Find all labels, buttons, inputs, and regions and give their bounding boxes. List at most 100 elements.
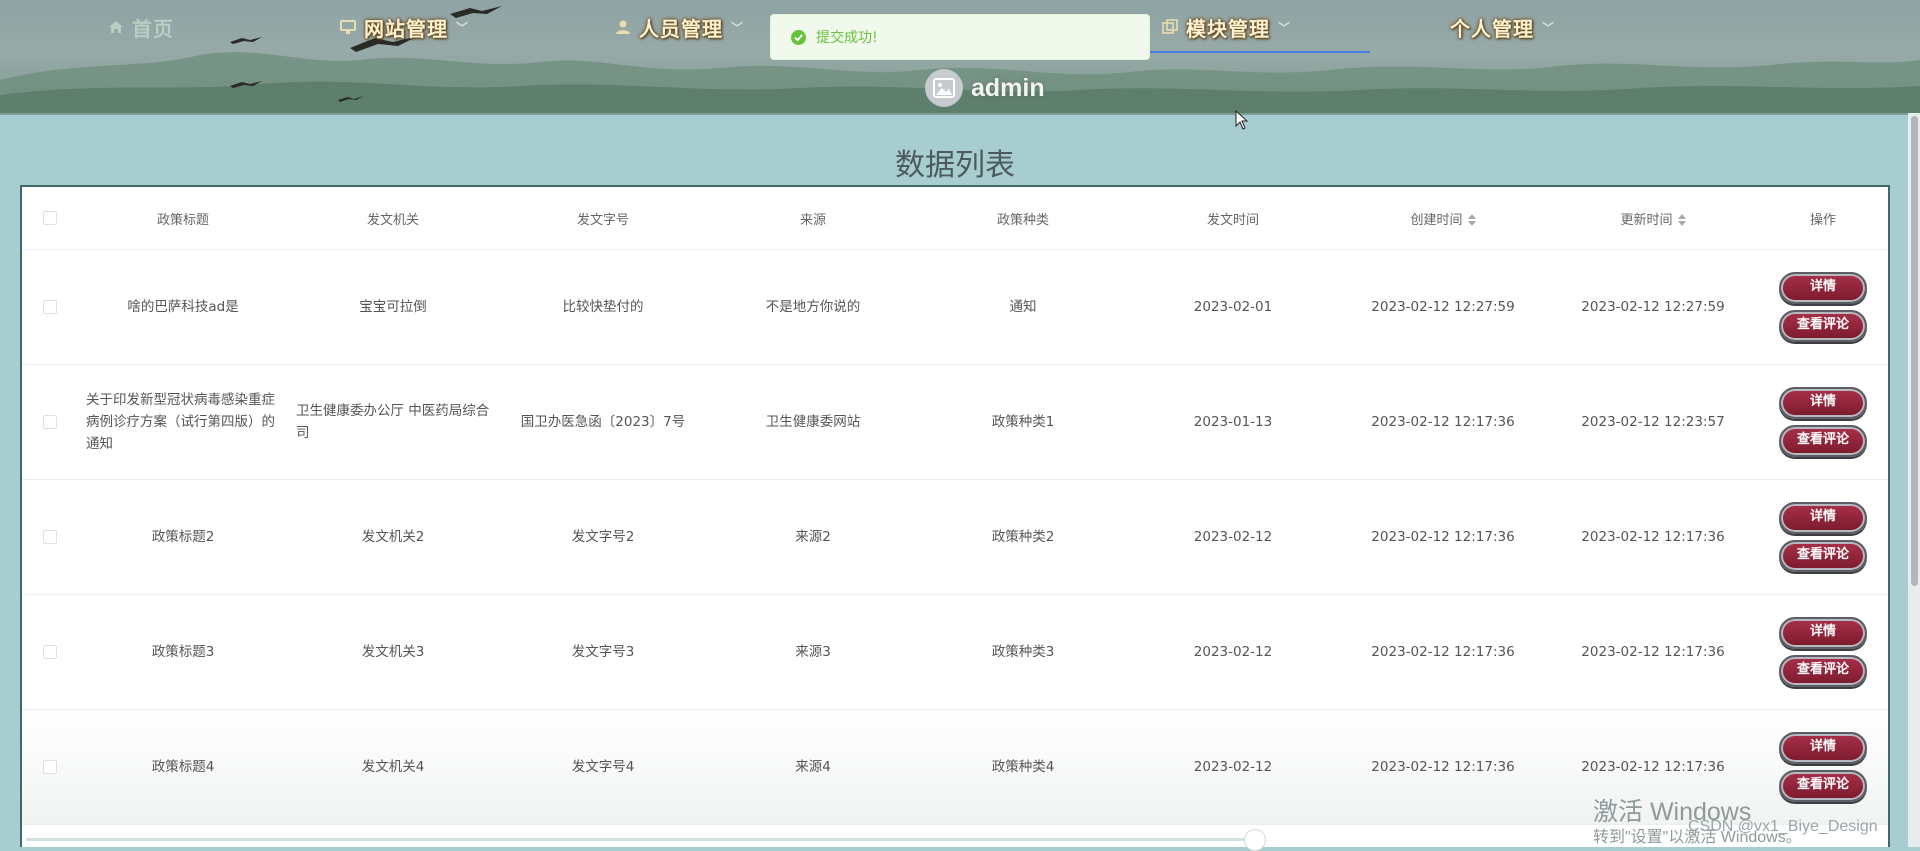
row-checkbox[interactable] bbox=[43, 645, 57, 659]
cell-actions: 详情 查看评论 bbox=[1758, 594, 1888, 710]
vertical-scrollbar-thumb[interactable] bbox=[1911, 116, 1918, 586]
header-created-label: 创建时间 bbox=[1410, 212, 1463, 228]
avatar bbox=[925, 69, 963, 107]
cell-org: 宝宝可拉倒 bbox=[288, 249, 498, 365]
cell-date: 2023-02-12 bbox=[1128, 479, 1338, 595]
cell-source: 来源3 bbox=[708, 594, 918, 710]
cell-source: 来源4 bbox=[708, 709, 918, 825]
row-checkbox[interactable] bbox=[43, 415, 57, 429]
cell-org: 发文机关4 bbox=[288, 709, 498, 825]
cell-created: 2023-02-12 12:17:36 bbox=[1338, 364, 1548, 480]
cell-created: 2023-02-12 12:17:36 bbox=[1338, 709, 1548, 825]
image-icon bbox=[933, 78, 955, 98]
cell-updated: 2023-02-12 12:17:36 bbox=[1548, 479, 1758, 595]
row-checkbox[interactable] bbox=[43, 530, 57, 544]
sort-icon[interactable] bbox=[1677, 214, 1686, 226]
home-icon bbox=[109, 21, 123, 33]
header-updated-label: 更新时间 bbox=[1620, 212, 1673, 228]
cell-category: 通知 bbox=[918, 249, 1128, 365]
chevron-down-icon: ﹀ bbox=[1542, 20, 1556, 35]
horizontal-scroll-handle[interactable] bbox=[1244, 829, 1266, 851]
view-comments-button[interactable]: 查看评论 bbox=[1779, 310, 1867, 342]
nav-module-management-label: 模块管理 bbox=[1186, 16, 1270, 41]
cell-updated: 2023-02-12 12:27:59 bbox=[1548, 249, 1758, 365]
cell-date: 2023-02-12 bbox=[1128, 594, 1338, 710]
cell-updated: 2023-02-12 12:23:57 bbox=[1548, 364, 1758, 480]
header-date: 发文时间 bbox=[1128, 187, 1338, 250]
cell-category: 政策种类1 bbox=[918, 364, 1128, 480]
header-updated[interactable]: 更新时间 bbox=[1548, 187, 1758, 250]
cell-updated: 2023-02-12 12:17:36 bbox=[1548, 594, 1758, 710]
cell-org: 发文机关2 bbox=[288, 479, 498, 595]
cell-title: 政策标题4 bbox=[78, 709, 288, 825]
chevron-down-icon: ﹀ bbox=[456, 20, 470, 35]
cell-created: 2023-02-12 12:17:36 bbox=[1338, 594, 1548, 710]
username: admin bbox=[971, 73, 1045, 102]
cell-actions: 详情 查看评论 bbox=[1758, 249, 1888, 365]
header-org: 发文机关 bbox=[288, 187, 498, 250]
cell-date: 2023-02-01 bbox=[1128, 249, 1338, 365]
table-row: 关于印发新型冠状病毒感染重症病例诊疗方案（试行第四版）的通知 卫生健康委办公厅 … bbox=[22, 364, 1888, 480]
cell-source: 卫生健康委网站 bbox=[708, 364, 918, 480]
success-toast: 提交成功! bbox=[770, 14, 1150, 60]
table-header-row: 政策标题 发文机关 发文字号 来源 政策种类 发文时间 创建时间 更新时间 操作 bbox=[22, 187, 1888, 250]
cell-actions: 详情 查看评论 bbox=[1758, 479, 1888, 595]
page-title: 数据列表 bbox=[895, 149, 1015, 182]
detail-button[interactable]: 详情 bbox=[1779, 502, 1867, 534]
cell-number: 发文字号4 bbox=[498, 709, 708, 825]
header-title: 政策标题 bbox=[78, 187, 288, 250]
view-comments-button[interactable]: 查看评论 bbox=[1779, 540, 1867, 572]
detail-button[interactable]: 详情 bbox=[1779, 732, 1867, 764]
detail-button[interactable]: 详情 bbox=[1779, 387, 1867, 419]
cell-date: 2023-01-13 bbox=[1128, 364, 1338, 480]
table-row: 政策标题3 发文机关3 发文字号3 来源3 政策种类3 2023-02-12 2… bbox=[22, 594, 1888, 710]
active-nav-underline bbox=[1150, 51, 1370, 53]
cell-title: 啥的巴萨科技ad是 bbox=[78, 249, 288, 365]
cell-title: 政策标题3 bbox=[78, 594, 288, 710]
csdn-watermark: CSDN @vx1_Biye_Design bbox=[1688, 818, 1878, 835]
cell-source: 来源2 bbox=[708, 479, 918, 595]
check-circle-icon bbox=[791, 29, 806, 45]
view-comments-button[interactable]: 查看评论 bbox=[1779, 770, 1867, 802]
cell-category: 政策种类3 bbox=[918, 594, 1128, 710]
cell-title: 政策标题2 bbox=[78, 479, 288, 595]
chevron-down-icon: ﹀ bbox=[1278, 20, 1292, 35]
detail-button[interactable]: 详情 bbox=[1779, 272, 1867, 304]
nav-module-management[interactable]: 模块管理 ﹀ bbox=[1162, 10, 1291, 44]
user-icon bbox=[616, 20, 630, 34]
cell-number: 国卫办医急函〔2023〕7号 bbox=[498, 364, 708, 480]
row-checkbox[interactable] bbox=[43, 760, 57, 774]
view-comments-button[interactable]: 查看评论 bbox=[1779, 425, 1867, 457]
cell-created: 2023-02-12 12:17:36 bbox=[1338, 479, 1548, 595]
mouse-cursor-icon bbox=[1235, 110, 1249, 130]
detail-button[interactable]: 详情 bbox=[1779, 617, 1867, 649]
cell-actions: 详情 查看评论 bbox=[1758, 364, 1888, 480]
select-all-checkbox[interactable] bbox=[43, 211, 57, 225]
view-comments-button[interactable]: 查看评论 bbox=[1779, 655, 1867, 687]
nav-personal-management[interactable]: 个人管理 ﹀ bbox=[1450, 10, 1555, 44]
cell-category: 政策种类4 bbox=[918, 709, 1128, 825]
nav-personnel-management-label: 人员管理 bbox=[639, 16, 723, 41]
sort-icon[interactable] bbox=[1467, 214, 1476, 226]
cell-created: 2023-02-12 12:27:59 bbox=[1338, 249, 1548, 365]
table-row: 政策标题2 发文机关2 发文字号2 来源2 政策种类2 2023-02-12 2… bbox=[22, 479, 1888, 595]
table-row: 啥的巴萨科技ad是 宝宝可拉倒 比较快垫付的 不是地方你说的 通知 2023-0… bbox=[22, 249, 1888, 365]
header-source: 来源 bbox=[708, 187, 918, 250]
cell-date: 2023-02-12 bbox=[1128, 709, 1338, 825]
user-menu[interactable]: admin bbox=[925, 68, 1045, 108]
nav-personnel-management[interactable]: 人员管理 ﹀ bbox=[615, 10, 744, 44]
header-number: 发文字号 bbox=[498, 187, 708, 250]
header-created[interactable]: 创建时间 bbox=[1338, 187, 1548, 250]
chevron-down-icon: ﹀ bbox=[731, 20, 745, 35]
horizontal-scrollbar-track[interactable] bbox=[26, 838, 1266, 841]
cell-category: 政策种类2 bbox=[918, 479, 1128, 595]
row-checkbox[interactable] bbox=[43, 300, 57, 314]
header-category: 政策种类 bbox=[918, 187, 1128, 250]
data-table: 政策标题 发文机关 发文字号 来源 政策种类 发文时间 创建时间 更新时间 操作… bbox=[20, 185, 1890, 847]
copy-icon bbox=[1162, 19, 1178, 34]
nav-website-management-label: 网站管理 bbox=[364, 16, 448, 41]
nav-home[interactable]: 首页 bbox=[108, 10, 174, 44]
toast-message: 提交成功! bbox=[816, 30, 878, 46]
nav-personal-management-label: 个人管理 bbox=[1450, 16, 1534, 41]
nav-website-management[interactable]: 网站管理 ﹀ bbox=[340, 10, 469, 44]
